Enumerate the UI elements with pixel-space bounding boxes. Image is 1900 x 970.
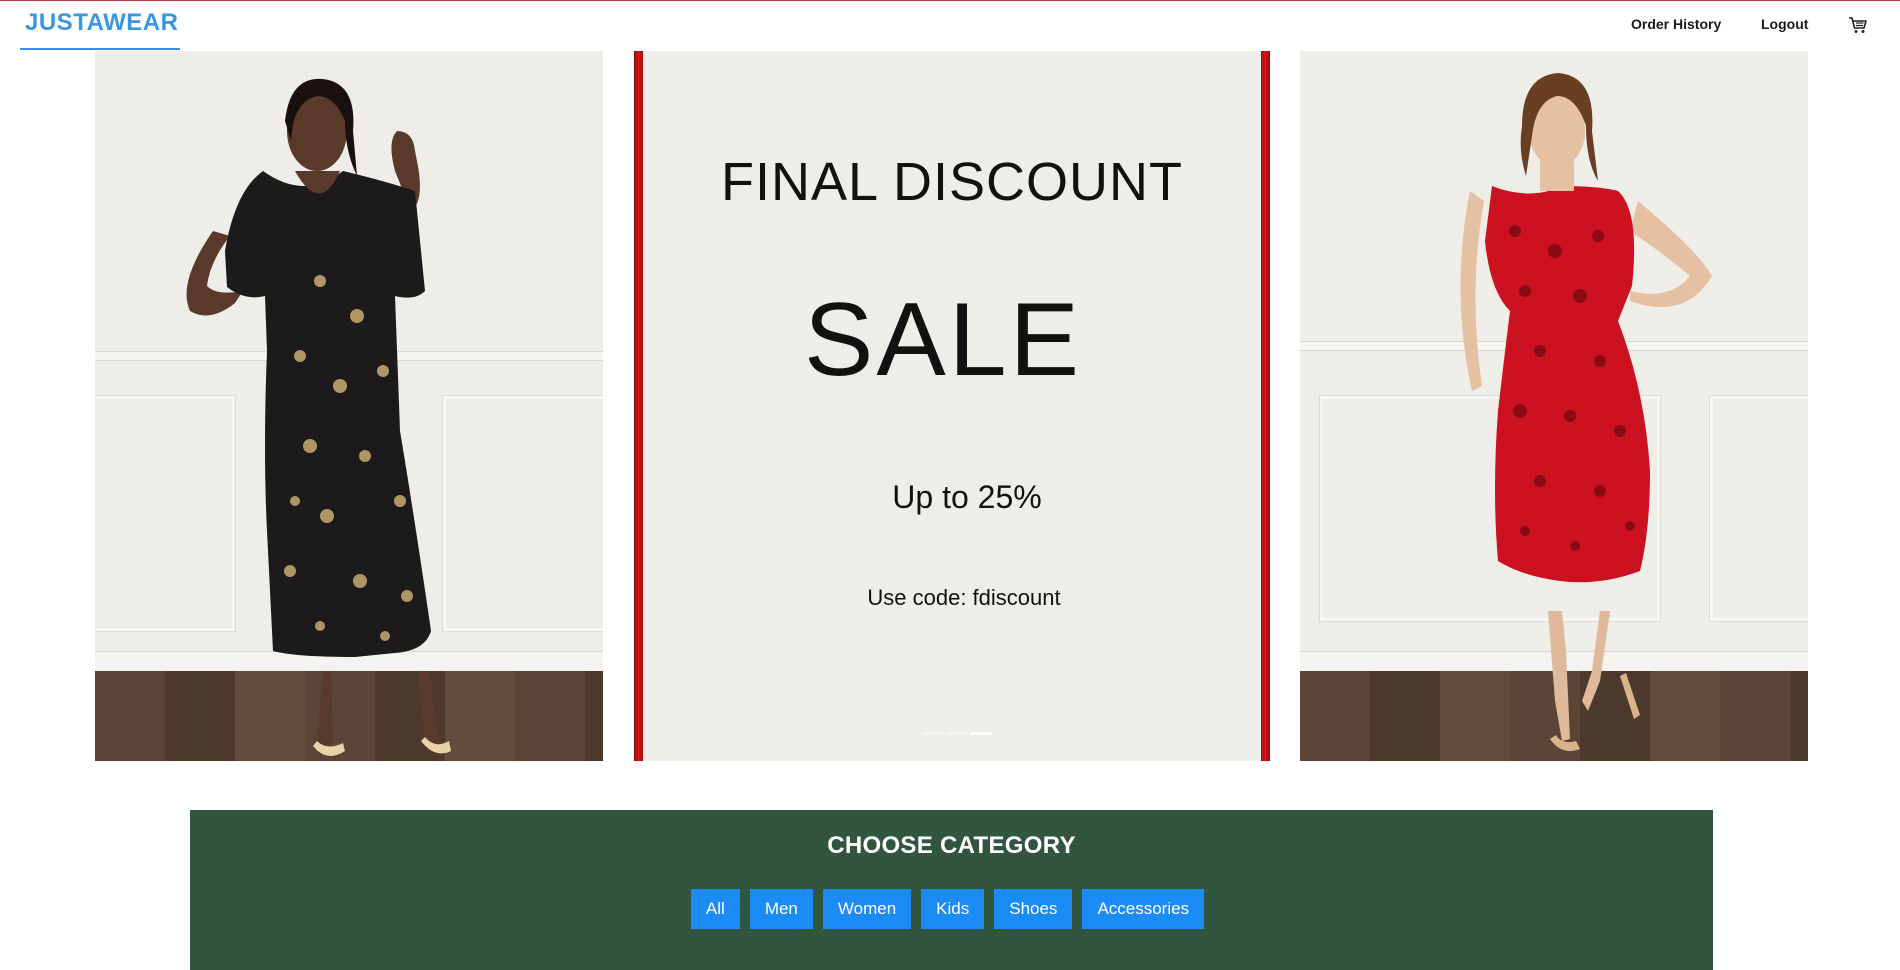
brand-logo[interactable]: JUSTAWEAR xyxy=(20,1,180,50)
carousel-dot-3[interactable] xyxy=(970,732,992,735)
logout-link[interactable]: Logout xyxy=(1761,16,1808,32)
model-black-dress-image xyxy=(95,51,603,761)
category-kids-button[interactable]: Kids xyxy=(921,889,985,929)
model-red-dress-image xyxy=(1300,51,1808,761)
promo-title: FINAL DISCOUNT xyxy=(720,152,1184,212)
carousel-dot-1[interactable] xyxy=(922,732,944,735)
category-section: CHOOSE CATEGORY All Men Women Kids Shoes… xyxy=(190,810,1713,970)
category-women-button[interactable]: Women xyxy=(822,889,912,929)
promo-code-text: Use code: fdiscount xyxy=(867,585,1061,610)
brand-name[interactable]: JUSTAWEAR xyxy=(25,9,178,37)
order-history-link[interactable]: Order History xyxy=(1631,16,1721,32)
category-shoes-button[interactable]: Shoes xyxy=(994,889,1073,929)
category-title: CHOOSE CATEGORY xyxy=(827,832,1076,859)
category-all-button[interactable]: All xyxy=(690,889,740,929)
hero-carousel[interactable]: FINAL DISCOUNT SALE Up to 25% Use code: … xyxy=(95,51,1808,761)
carousel-dot-2[interactable] xyxy=(946,732,968,735)
promo-sale-heading: SALE xyxy=(804,282,1082,398)
promo-discount-text: Up to 25% xyxy=(892,479,1042,515)
category-buttons: All Men Women Kids Shoes Accessories xyxy=(190,889,1713,929)
carousel-indicators xyxy=(922,732,992,736)
shopping-cart-icon[interactable] xyxy=(1848,15,1868,35)
category-men-button[interactable]: Men xyxy=(749,889,813,929)
category-accessories-button[interactable]: Accessories xyxy=(1082,889,1205,929)
navbar: JUSTAWEAR Order History Logout xyxy=(0,1,1900,50)
